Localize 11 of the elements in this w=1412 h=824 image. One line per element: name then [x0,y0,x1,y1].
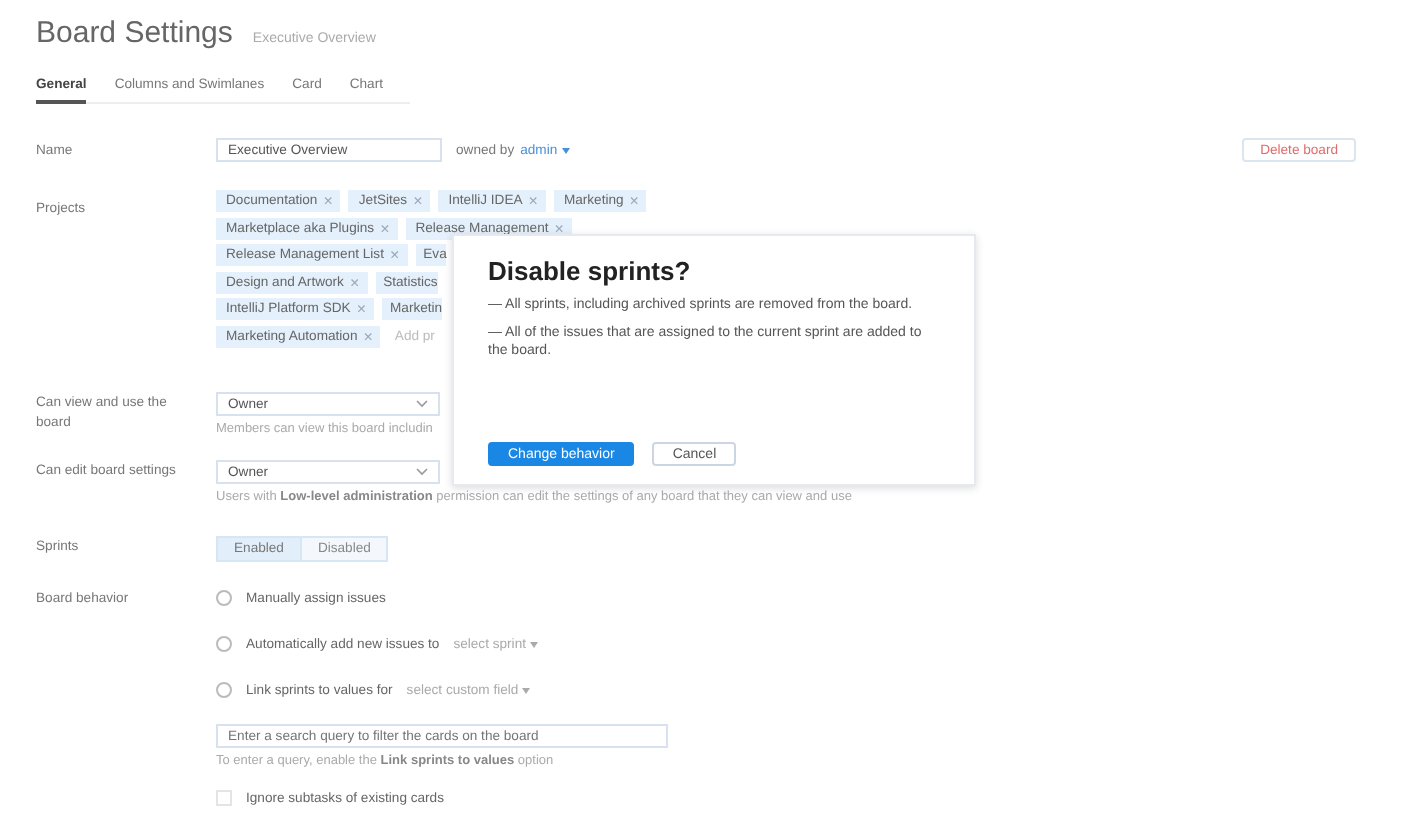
caret-icon [416,400,428,408]
caret-icon [561,147,570,153]
radio-button[interactable] [216,682,232,698]
checkbox[interactable] [216,790,232,806]
radio-button[interactable] [216,590,232,606]
radio-button[interactable] [216,636,232,652]
page-title: Board Settings [36,16,233,50]
caret-icon [522,687,531,693]
dialog-title: Disable sprints? [488,256,693,286]
caret-icon [416,468,428,476]
caret-icon [529,641,538,647]
